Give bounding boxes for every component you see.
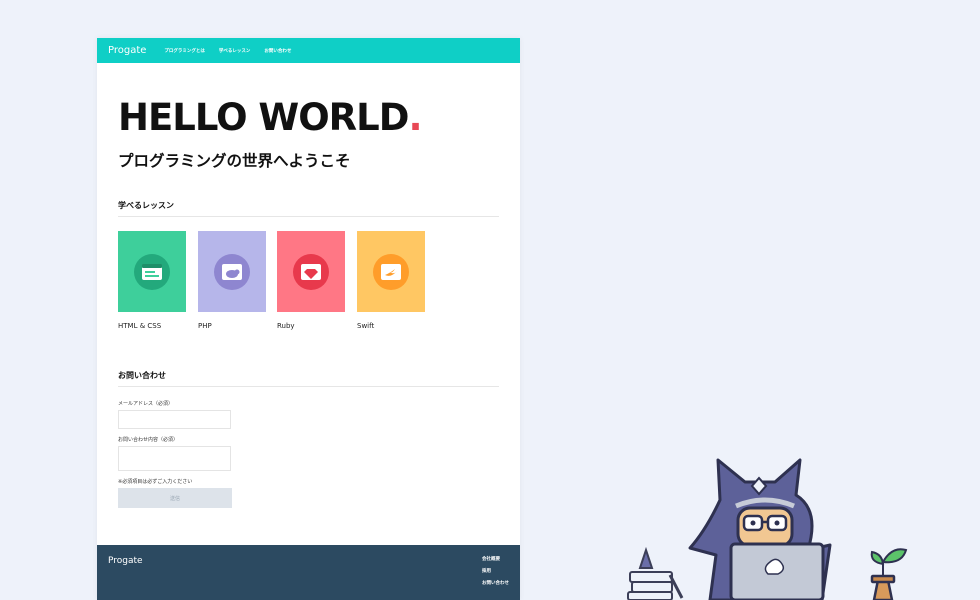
plant-icon	[870, 548, 908, 600]
header-nav: プログラミングとは 学べるレッスン お問い合わせ	[164, 48, 305, 54]
footer-link-recruit[interactable]: 採用	[482, 568, 509, 574]
lesson-card-image	[118, 231, 186, 312]
lesson-card-image	[198, 231, 266, 312]
lesson-label: Ruby	[277, 322, 295, 330]
footer-link-contact[interactable]: お問い合わせ	[482, 580, 509, 586]
footer-link-company[interactable]: 会社概要	[482, 556, 509, 562]
html-css-icon	[134, 253, 170, 290]
ninja-mascot-illustration	[627, 458, 908, 600]
nav-item-lessons[interactable]: 学べるレッスン	[219, 48, 251, 54]
email-field[interactable]	[118, 410, 231, 429]
site-header: Progate プログラミングとは 学べるレッスン お問い合わせ	[97, 38, 520, 63]
lesson-label: PHP	[198, 322, 212, 330]
nav-item-contact[interactable]: お問い合わせ	[264, 48, 291, 54]
footer-logo[interactable]: Progate	[108, 556, 143, 566]
hero-subtitle: プログラミングの世界へようこそ	[118, 152, 351, 170]
required-note: ※必須項目は必ずご入力ください	[118, 479, 193, 485]
books-icon	[627, 546, 684, 600]
footer-links: 会社概要 採用 お問い合わせ	[482, 556, 509, 592]
ruby-gem-icon	[293, 253, 329, 290]
lesson-card-image	[277, 231, 345, 312]
laptop-icon	[729, 542, 825, 600]
message-label: お問い合わせ内容（必須）	[118, 437, 179, 443]
contact-divider	[118, 386, 499, 387]
lessons-heading: 学べるレッスン	[118, 201, 174, 210]
webpage-preview: Progate プログラミングとは 学べるレッスン お問い合わせ HELLO W…	[97, 38, 520, 600]
header-logo[interactable]: Progate	[108, 45, 146, 56]
lesson-card-ruby[interactable]: Ruby	[277, 231, 345, 330]
email-label: メールアドレス（必須）	[118, 401, 174, 407]
swift-bird-icon	[373, 253, 409, 290]
contact-heading: お問い合わせ	[118, 371, 166, 380]
lesson-card-swift[interactable]: Swift	[357, 231, 425, 330]
nav-item-about-programming[interactable]: プログラミングとは	[164, 48, 205, 54]
site-footer: Progate 会社概要 採用 お問い合わせ	[97, 545, 520, 600]
lessons-divider	[118, 216, 499, 217]
submit-button[interactable]: 送信	[118, 488, 232, 508]
lesson-label: Swift	[357, 322, 375, 330]
php-elephant-icon	[214, 253, 250, 290]
hero-title-dot: .	[408, 96, 422, 139]
lesson-card-image	[357, 231, 425, 312]
lesson-card-php[interactable]: PHP	[198, 231, 266, 330]
lesson-label: HTML & CSS	[118, 322, 162, 330]
hero-title: HELLO WORLD.	[118, 96, 423, 139]
message-textarea[interactable]	[118, 446, 231, 471]
lesson-card-html-css[interactable]: HTML & CSS	[118, 231, 186, 330]
